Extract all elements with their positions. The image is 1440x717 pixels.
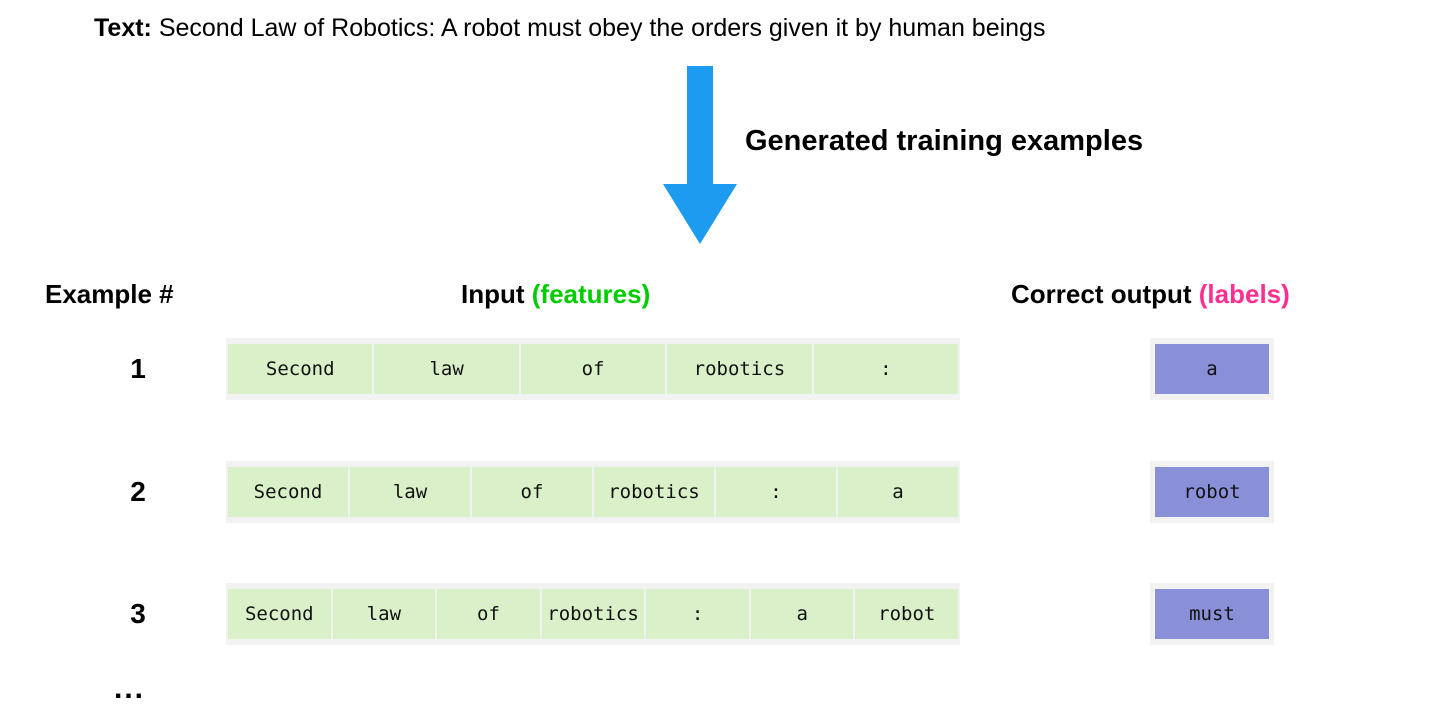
continuation-ellipsis: ... [114, 672, 146, 705]
feature-cell: Second [228, 589, 331, 639]
feature-cell: of [520, 344, 666, 394]
source-text-label: Text: [94, 14, 152, 42]
label-chip: a [1155, 344, 1269, 394]
feature-cell: Second [228, 344, 373, 394]
label-chip: robot [1155, 467, 1269, 517]
feature-cell: Second [228, 467, 348, 517]
feature-cell: : [813, 344, 959, 394]
feature-cell: a [750, 589, 854, 639]
feature-cell: robotics [541, 589, 645, 639]
feature-strip: Second law of robotics : a [226, 461, 960, 523]
label-box: must [1150, 583, 1274, 645]
feature-cell: of [437, 589, 540, 639]
feature-cell: robotics [594, 467, 714, 517]
row-index: 3 [130, 598, 146, 629]
column-header-input-accent: (features) [531, 279, 651, 309]
feature-cell: a [838, 467, 958, 517]
feature-cell: law [350, 467, 470, 517]
feature-cell: law [332, 589, 436, 639]
label-chip: must [1155, 589, 1269, 639]
table-row: 2 Second law of robotics : a robot [0, 461, 1440, 523]
feature-cell: : [716, 467, 836, 517]
feature-cell: robotics [667, 344, 812, 394]
feature-strip: Second law of robotics : a robot [226, 583, 960, 645]
generated-examples-caption: Generated training examples [745, 125, 1144, 157]
feature-strip: Second law of robotics : [226, 338, 960, 400]
row-index: 2 [130, 476, 146, 507]
feature-cell: of [472, 467, 592, 517]
row-index: 1 [130, 353, 146, 384]
feature-cell: robot [855, 589, 959, 639]
feature-cell: law [374, 344, 519, 394]
table-row: 3 Second law of robotics : a robot must [0, 583, 1440, 645]
column-header-output-accent: (labels) [1198, 279, 1290, 309]
column-header-input: Input (features) [461, 277, 650, 311]
down-arrow-icon [661, 66, 739, 244]
column-header-output-main: Correct output [1011, 279, 1199, 309]
column-header-input-main: Input [461, 279, 532, 309]
feature-cell: : [646, 589, 749, 639]
table-row: 1 Second law of robotics : a [0, 338, 1440, 400]
column-header-output: Correct output (labels) [1011, 277, 1290, 311]
source-text-line: Text: Second Law of Robotics: A robot mu… [94, 12, 1045, 44]
source-text-body: Second Law of Robotics: A robot must obe… [158, 14, 1046, 42]
label-box: a [1150, 338, 1274, 400]
label-box: robot [1150, 461, 1274, 523]
column-header-example: Example # [45, 279, 174, 309]
